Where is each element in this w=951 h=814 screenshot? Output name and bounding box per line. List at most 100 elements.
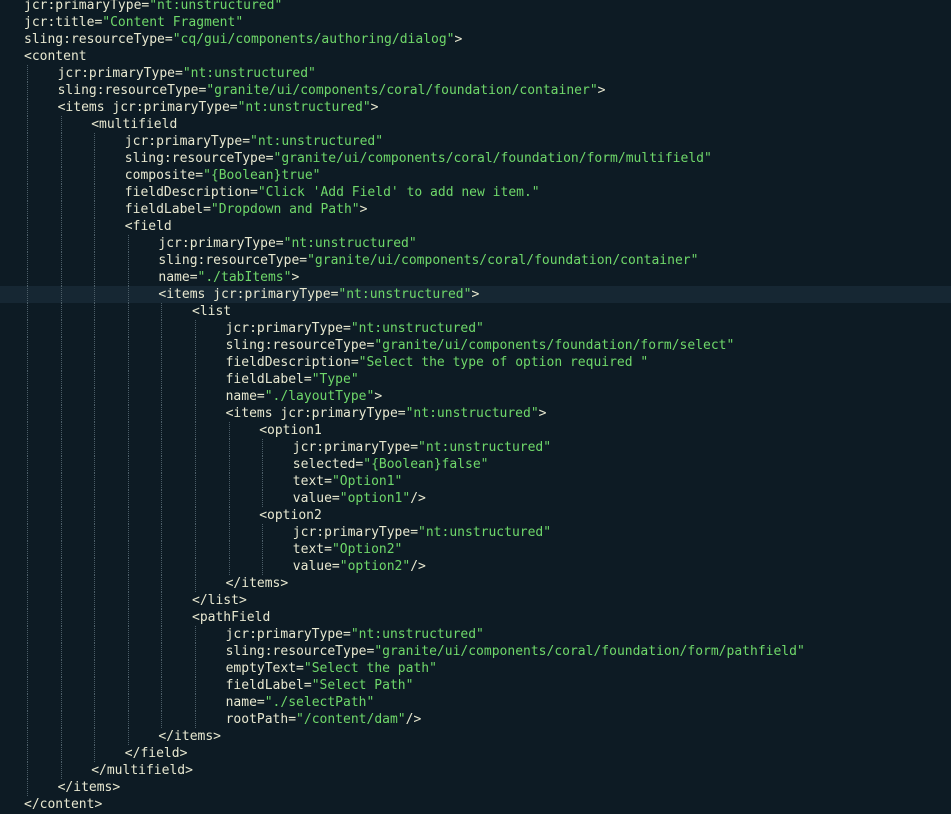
code-line[interactable]: <items jcr:primaryType="nt:unstructured"… (0, 404, 951, 422)
indent-guide (127, 625, 129, 643)
code-line[interactable]: </items> (0, 574, 951, 592)
code-token-string: "Select Path" (311, 677, 414, 693)
code-line[interactable]: </multifield> (0, 761, 951, 779)
indent-guide (127, 302, 129, 320)
code-line[interactable]: </field> (0, 744, 951, 762)
code-line[interactable]: composite="{Boolean}true" (0, 166, 951, 184)
indent-guide (27, 608, 28, 626)
code-token-string: "Option2" (331, 541, 403, 557)
indent-guide (60, 336, 62, 354)
indent-guide (262, 472, 264, 490)
code-line[interactable]: </items> (0, 778, 951, 796)
indent-guide (161, 319, 163, 337)
code-token-plain: jcr:primaryType= (124, 133, 251, 149)
code-line[interactable]: jcr:primaryType="nt:unstructured" (0, 0, 951, 14)
code-line[interactable]: fieldLabel="Dropdown and Path"> (0, 200, 951, 218)
code-line[interactable]: jcr:primaryType="nt:unstructured" (0, 438, 951, 456)
indent-guide (161, 693, 163, 711)
code-line[interactable]: emptyText="Select the path" (0, 659, 951, 677)
code-line[interactable]: selected="{Boolean}false" (0, 455, 951, 473)
code-token-string: "Dropdown and Path" (210, 201, 360, 217)
indent-guide (60, 591, 62, 609)
code-line[interactable]: jcr:primaryType="nt:unstructured" (0, 319, 951, 337)
code-line[interactable]: jcr:title="Content Fragment" (0, 14, 951, 31)
code-token-plain: fieldDescription= (124, 184, 258, 200)
code-line[interactable]: <option2 (0, 506, 951, 524)
code-line[interactable]: sling:resourceType="granite/ui/component… (0, 149, 951, 167)
code-token-plain: <multifield (91, 116, 178, 132)
indent-guide (27, 285, 28, 303)
code-line[interactable]: sling:resourceType="granite/ui/component… (0, 336, 951, 354)
code-text: emptyText="Select the path" (226, 660, 437, 677)
code-line[interactable]: value="option2"/> (0, 557, 951, 575)
code-line[interactable]: text="Option1" (0, 472, 951, 490)
indent-guide (127, 693, 129, 711)
indent-guide (94, 540, 96, 558)
code-line[interactable]: </items> (0, 727, 951, 745)
code-line[interactable]: sling:resourceType="granite/ui/component… (0, 642, 951, 660)
code-line[interactable]: <content (0, 48, 951, 65)
code-token-string: "nt:unstructured" (283, 235, 417, 251)
indent-guide (228, 438, 230, 456)
indent-guide (161, 455, 163, 473)
code-line[interactable]: </content> (0, 796, 951, 813)
indent-guide (127, 387, 129, 405)
code-line[interactable]: <field (0, 217, 951, 235)
code-line[interactable]: name="./layoutType"> (0, 387, 951, 405)
code-text: <items jcr:primaryType="nt:unstructured"… (58, 99, 379, 116)
code-line[interactable]: fieldLabel="Select Path" (0, 676, 951, 694)
code-line[interactable]: jcr:primaryType="nt:unstructured" (0, 523, 951, 541)
indent-guide (60, 302, 62, 320)
indent-guide (60, 370, 62, 388)
indent-guide (27, 200, 28, 218)
code-text: <items jcr:primaryType="nt:unstructured"… (158, 286, 479, 303)
code-line[interactable]: jcr:primaryType="nt:unstructured" (0, 234, 951, 252)
code-line[interactable]: jcr:primaryType="nt:unstructured" (0, 625, 951, 643)
indent-guide (60, 472, 62, 490)
code-token-string: "granite/ui/components/coral/foundation/… (307, 252, 699, 268)
code-line[interactable]: name="./selectPath" (0, 693, 951, 711)
indent-guide (195, 659, 196, 677)
indent-guide (161, 710, 163, 728)
code-token-plain: fieldDescription= (225, 354, 359, 370)
indent-guide (94, 149, 96, 167)
code-line[interactable]: fieldDescription="Click 'Add Field' to a… (0, 183, 951, 201)
indent-guide (60, 319, 62, 337)
indent-guide (195, 404, 196, 422)
indent-guide (94, 608, 96, 626)
code-line[interactable]: name="./tabItems"> (0, 268, 951, 286)
code-token-string: "Select the path" (303, 660, 437, 676)
code-token-string: "./tabItems" (197, 269, 292, 285)
code-token-plain: fieldLabel= (225, 371, 312, 387)
indent-guide (27, 217, 28, 235)
code-line[interactable]: sling:resourceType="granite/ui/component… (0, 81, 951, 99)
code-line[interactable]: value="option1"/> (0, 489, 951, 507)
code-line[interactable]: <multifield (0, 115, 951, 133)
code-line[interactable]: <option1 (0, 421, 951, 439)
indent-guide (60, 506, 62, 524)
indent-guide (60, 557, 62, 575)
code-token-string: "granite/ui/components/coral/foundation/… (273, 150, 712, 166)
code-line[interactable]: fieldDescription="Select the type of opt… (0, 353, 951, 371)
code-line[interactable]: </list> (0, 591, 951, 609)
indent-guide (161, 676, 163, 694)
code-line[interactable]: fieldLabel="Type" (0, 370, 951, 388)
indent-guide (94, 234, 96, 252)
indent-guide (228, 506, 230, 524)
code-line[interactable]: jcr:primaryType="nt:unstructured" (0, 64, 951, 82)
code-editor[interactable]: jcr:primaryType="nt:unstructured" jcr:tit… (0, 0, 951, 814)
code-line[interactable]: <items jcr:primaryType="nt:unstructured"… (0, 98, 951, 116)
code-line[interactable]: rootPath="/content/dam"/> (0, 710, 951, 728)
code-line[interactable]: jcr:primaryType="nt:unstructured" (0, 132, 951, 150)
code-line[interactable]: text="Option2" (0, 540, 951, 558)
code-line[interactable]: sling:resourceType="granite/ui/component… (0, 251, 951, 269)
code-line[interactable]: sling:resourceType="cq/gui/components/au… (0, 31, 951, 48)
code-line[interactable]: <items jcr:primaryType="nt:unstructured"… (0, 285, 951, 303)
indent-guide (27, 693, 28, 711)
code-text: <items jcr:primaryType="nt:unstructured"… (226, 405, 547, 422)
code-token-string: "nt:unstructured" (350, 320, 484, 336)
code-line[interactable]: <pathField (0, 608, 951, 626)
code-token-plain: /> (405, 711, 422, 727)
indent-guide (161, 421, 163, 439)
code-line[interactable]: <list (0, 302, 951, 320)
